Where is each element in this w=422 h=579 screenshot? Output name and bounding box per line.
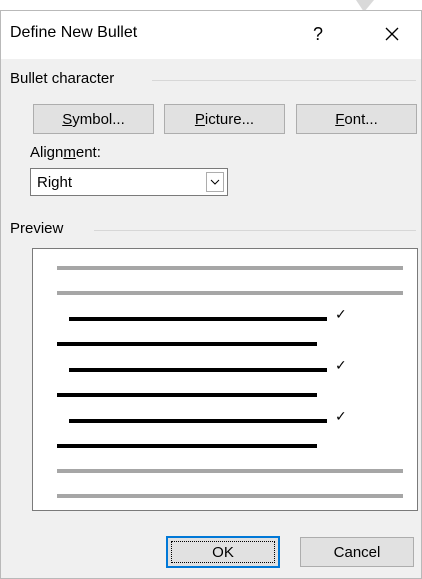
- focus-rectangle: [171, 541, 275, 563]
- preview-line: [57, 266, 403, 270]
- symbol-button[interactable]: Symbol...: [33, 104, 154, 134]
- chevron-down-icon: [210, 179, 220, 185]
- picture-label: icture...: [204, 110, 255, 128]
- bullet-check-icon: ✓: [335, 357, 347, 373]
- alignment-label-pre: Align: [30, 144, 64, 161]
- symbol-label: ymbol...: [72, 110, 125, 128]
- symbol-accelerator: S: [62, 110, 73, 128]
- preview-line: [57, 469, 403, 473]
- alignment-accelerator: m: [63, 144, 76, 161]
- alignment-label-post: ent:: [75, 144, 101, 161]
- bullet-character-group-label: Bullet character: [10, 70, 115, 87]
- preview-line: [57, 291, 403, 295]
- close-icon: [385, 27, 399, 41]
- preview-text-line: [57, 444, 317, 448]
- preview-text-line: [57, 342, 317, 346]
- font-button[interactable]: Font...: [296, 104, 417, 134]
- preview-group-label: Preview: [10, 220, 64, 237]
- cancel-button[interactable]: Cancel: [300, 537, 414, 567]
- picture-button[interactable]: Picture...: [164, 104, 285, 134]
- font-accelerator: F: [335, 110, 345, 128]
- preview-bullet-line: [69, 419, 327, 423]
- close-button[interactable]: [372, 16, 412, 52]
- ok-button[interactable]: OK: [166, 536, 280, 568]
- dialog-title: Define New Bullet: [10, 24, 138, 41]
- preview-text-line: [57, 393, 317, 397]
- preview-divider: [94, 230, 416, 231]
- help-button[interactable]: ?: [298, 16, 338, 52]
- bullet-check-icon: ✓: [335, 306, 347, 322]
- preview-bullet-line: [69, 317, 327, 321]
- preview-pane: ✓ ✓ ✓: [32, 248, 418, 511]
- preview-line: [57, 494, 403, 498]
- font-label: ont...: [344, 110, 378, 128]
- group-divider: [152, 80, 416, 81]
- alignment-dropdown-button[interactable]: [206, 172, 224, 192]
- alignment-label: Alignment:: [30, 144, 101, 161]
- bullet-check-icon: ✓: [335, 408, 347, 424]
- preview-bullet-line: [69, 368, 327, 372]
- alignment-value: Right: [37, 174, 73, 191]
- alignment-select[interactable]: Right: [30, 168, 228, 196]
- picture-accelerator: P: [194, 110, 205, 128]
- cancel-label: Cancel: [333, 543, 381, 561]
